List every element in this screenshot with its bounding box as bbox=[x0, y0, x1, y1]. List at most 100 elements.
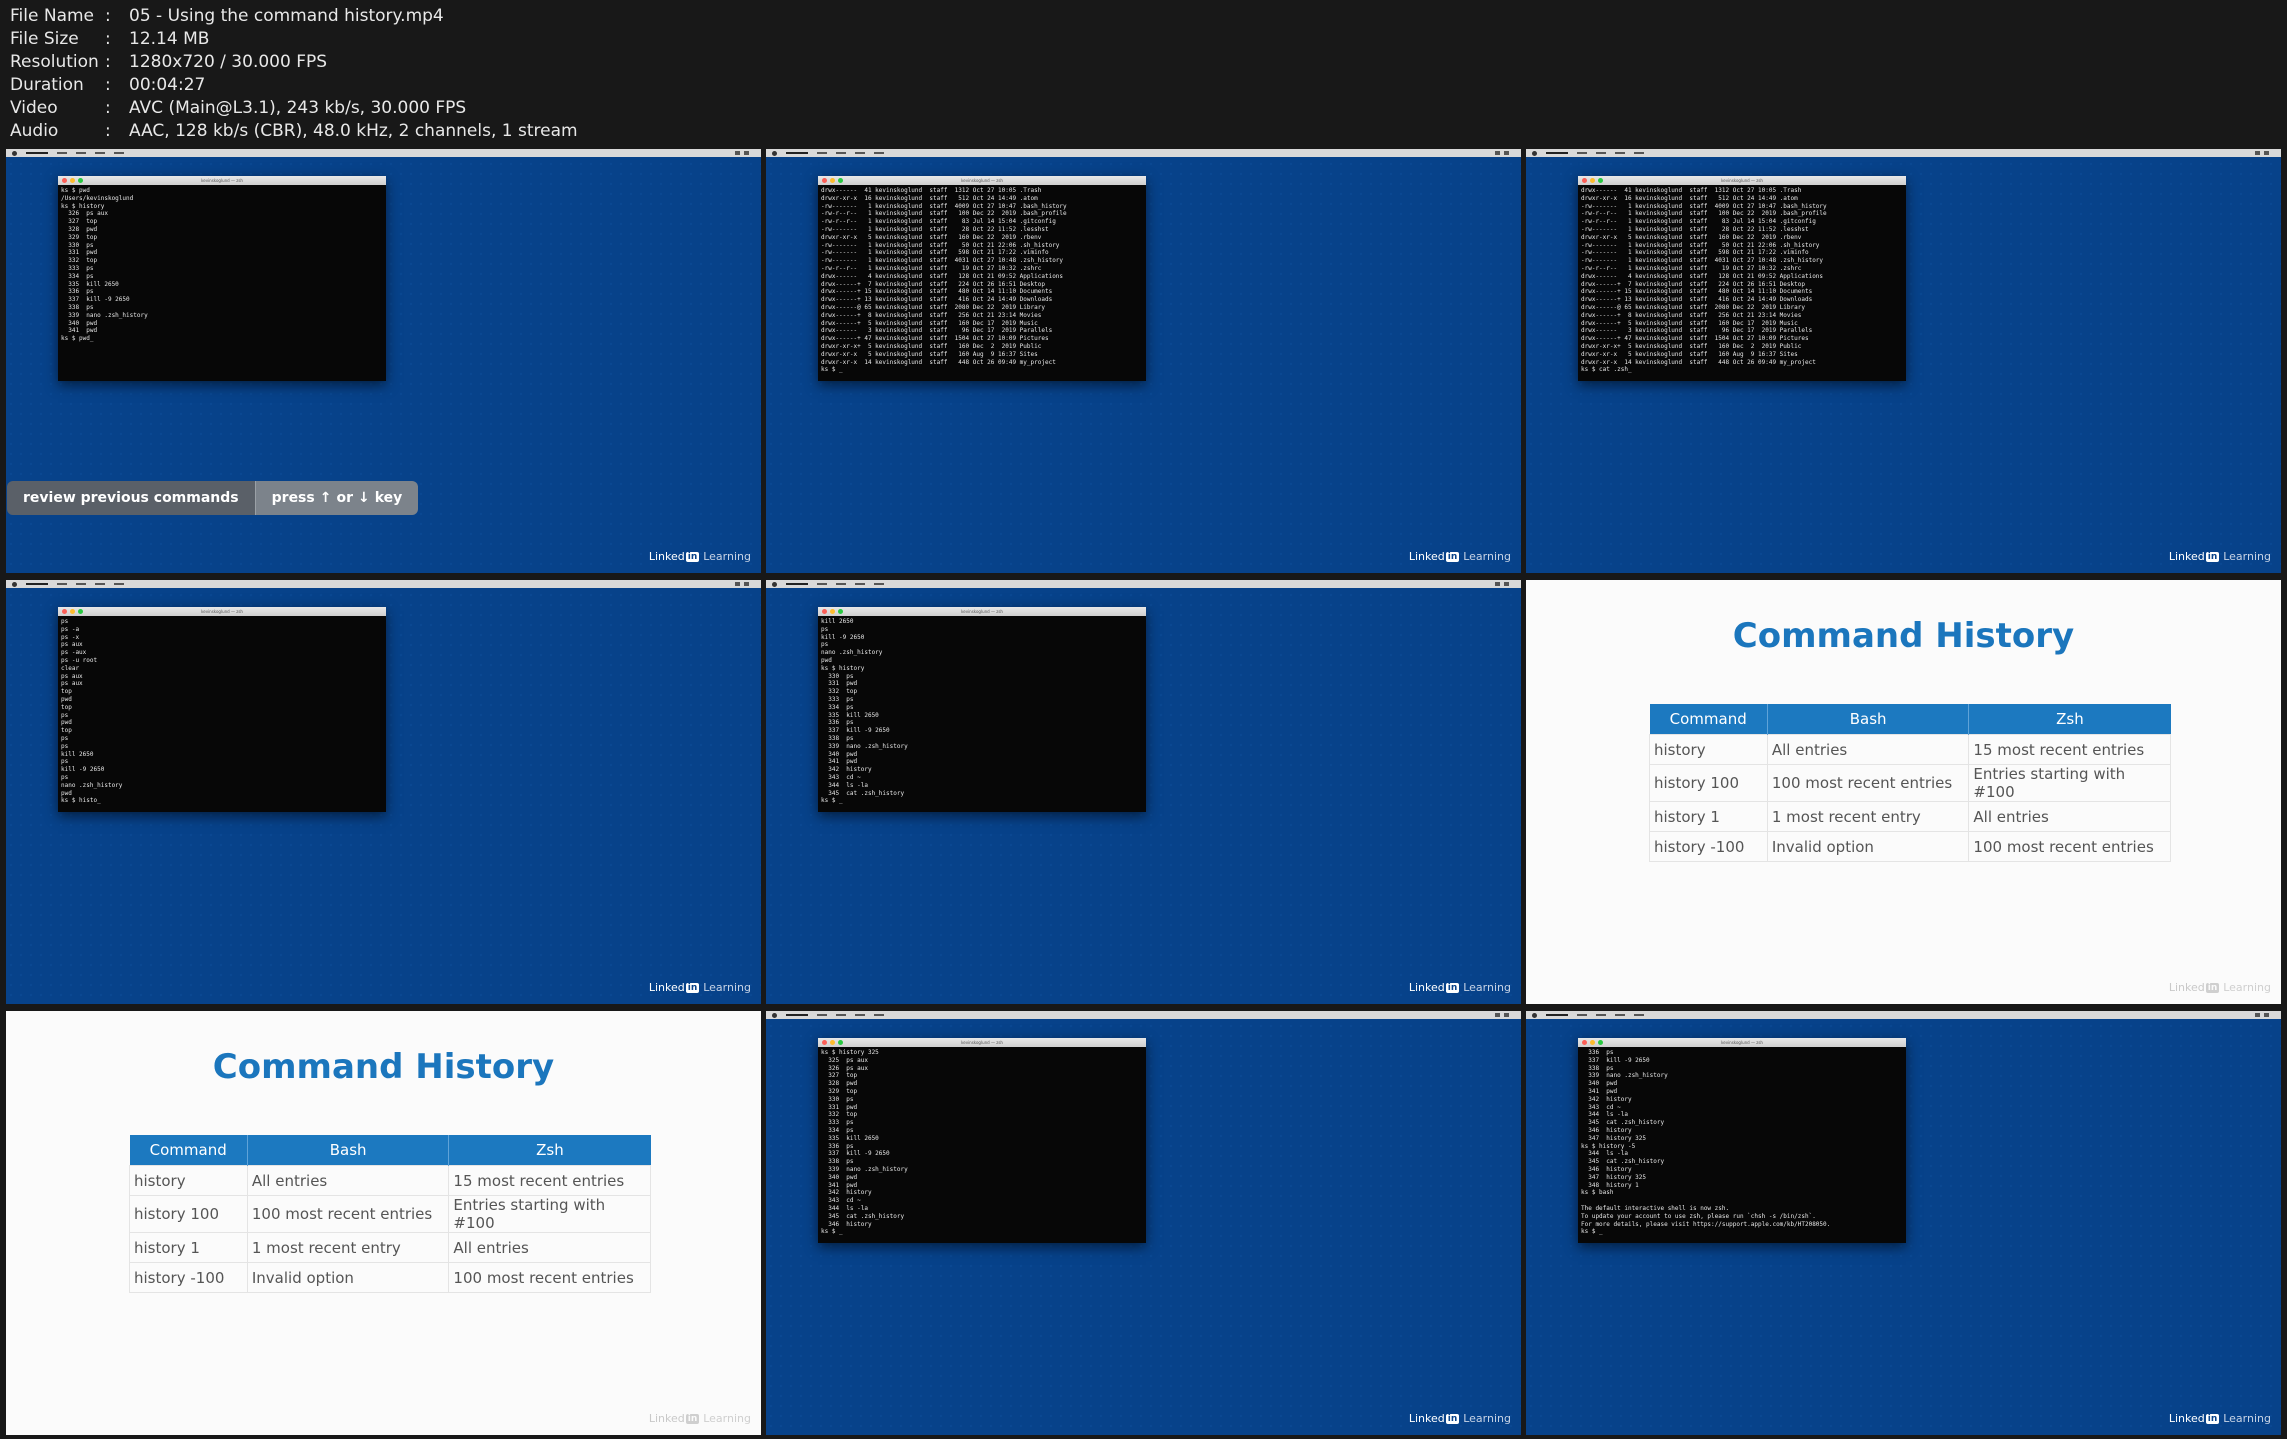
arrow-up-icon: ↑ bbox=[319, 490, 332, 506]
terminal-window: kevinskoglund — zsh ps ps -a ps -x ps au… bbox=[58, 607, 386, 812]
menu-item bbox=[57, 583, 67, 585]
info-colon: : bbox=[105, 6, 111, 26]
info-key: Resolution bbox=[10, 52, 99, 72]
table-cell: Entries starting with #100 bbox=[448, 1195, 651, 1233]
brand-linked: Linked bbox=[648, 981, 685, 994]
brand-learning: Learning bbox=[2223, 1412, 2271, 1425]
status-icons bbox=[1495, 582, 1515, 586]
brand-linked: Linked bbox=[2168, 1412, 2205, 1425]
status-icons bbox=[1495, 1013, 1515, 1017]
table-cell: history -100 bbox=[129, 1262, 248, 1293]
table-row: history 11 most recent entry All entries bbox=[129, 1232, 651, 1263]
apple-icon bbox=[772, 581, 777, 587]
terminal-output: ks $ history 325 325 ps aux 326 ps aux 3… bbox=[821, 1049, 908, 1236]
terminal-window: kevinskoglund — zsh drwx------ 41 kevins… bbox=[1578, 176, 1906, 381]
menu-item bbox=[1577, 1014, 1587, 1016]
table-cell: Entries starting with #100 bbox=[1968, 764, 2171, 802]
menu-item bbox=[76, 583, 86, 585]
menu-item bbox=[1596, 1014, 1606, 1016]
thumbnail-5[interactable]: kevinskoglund — zsh kill 2650 ps kill -9… bbox=[766, 580, 1521, 1004]
menu-item bbox=[1634, 152, 1644, 154]
apple-icon bbox=[1532, 1012, 1537, 1018]
menu-item bbox=[1596, 152, 1606, 154]
apple-icon bbox=[772, 150, 777, 156]
status-icons bbox=[735, 151, 755, 155]
terminal-output: drwx------ 41 kevinskoglund staff 1312 O… bbox=[1581, 187, 1827, 374]
table-row: history 100 100 most recent entries Entrie… bbox=[129, 1195, 651, 1233]
file-info: File Name:05 - Using the command history… bbox=[10, 5, 578, 143]
menu-item bbox=[786, 152, 808, 154]
linkedin-learning-logo: Linked in Learning bbox=[2169, 1412, 2271, 1425]
brand-in: in bbox=[685, 1413, 700, 1424]
mac-menubar bbox=[1526, 149, 2281, 157]
menu-item bbox=[26, 152, 48, 154]
info-value: 12.14 MB bbox=[129, 29, 210, 49]
brand-learning: Learning bbox=[2223, 550, 2271, 563]
menu-item bbox=[114, 583, 124, 585]
terminal-output: ks $ pwd /Users/kevinskoglund ks $ histo… bbox=[61, 187, 148, 343]
table-cell: history bbox=[1649, 734, 1768, 765]
terminal-titlebar: kevinskoglund — zsh bbox=[818, 1038, 1146, 1047]
menu-item bbox=[817, 1014, 827, 1016]
comparison-table: Command Bash Zsh history All entries 15 most… bbox=[1649, 704, 2171, 862]
linkedin-learning-logo: Linked in Learning bbox=[1409, 981, 1511, 994]
brand-linked: Linked bbox=[1408, 981, 1445, 994]
brand-learning: Learning bbox=[2223, 981, 2271, 994]
menu-item bbox=[786, 1014, 808, 1016]
menu-item bbox=[874, 1014, 884, 1016]
table-row: history All entries 15 most recent entries bbox=[1649, 734, 2171, 765]
info-row: Audio: AAC, 128 kb/s (CBR), 48.0 kHz, 2 c… bbox=[10, 120, 578, 143]
column-header: Command bbox=[1649, 704, 1768, 735]
status-icons bbox=[1495, 151, 1515, 155]
info-key: Duration bbox=[10, 75, 84, 95]
menu-item bbox=[817, 583, 827, 585]
brand-learning: Learning bbox=[1463, 981, 1511, 994]
info-colon: : bbox=[105, 29, 111, 49]
table-cell: 100 most recent entries bbox=[448, 1262, 651, 1293]
thumbnail-3[interactable]: kevinskoglund — zsh drwx------ 41 kevins… bbox=[1526, 149, 2281, 573]
terminal-output: drwx------ 41 kevinskoglund staff 1312 O… bbox=[821, 187, 1067, 374]
table-cell: history -100 bbox=[1649, 831, 1768, 862]
terminal-output: 336 ps 337 kill -9 2650 338 ps 339 nano … bbox=[1581, 1049, 1831, 1236]
menu-item bbox=[95, 583, 105, 585]
apple-icon bbox=[1532, 150, 1537, 156]
brand-learning: Learning bbox=[1463, 550, 1511, 563]
thumbnail-9[interactable]: kevinskoglund — zsh 336 ps 337 kill -9 2… bbox=[1526, 1011, 2281, 1435]
mac-menubar bbox=[6, 580, 761, 588]
thumbnail-1[interactable]: kevinskoglund — zsh ks $ pwd /Users/kevi… bbox=[6, 149, 761, 573]
terminal-titlebar: kevinskoglund — zsh bbox=[1578, 176, 1906, 185]
menu-item bbox=[1615, 1014, 1625, 1016]
thumbnail-2[interactable]: kevinskoglund — zsh drwx------ 41 kevins… bbox=[766, 149, 1521, 573]
table-row: history 11 most recent entry All entries bbox=[1649, 801, 2171, 832]
table-cell: 1 most recent entry bbox=[246, 1232, 450, 1263]
info-row: File Size:12.14 MB bbox=[10, 28, 578, 51]
info-key: File Size bbox=[10, 29, 79, 49]
info-key: Audio bbox=[10, 121, 59, 141]
brand-linked: Linked bbox=[1408, 550, 1445, 563]
caption-key: key bbox=[374, 490, 403, 506]
menu-item bbox=[1577, 152, 1587, 154]
thumbnail-7[interactable]: Command History Command Bash Zsh history Al… bbox=[6, 1011, 761, 1435]
terminal-title: kevinskoglund — zsh bbox=[961, 1040, 1003, 1045]
menu-item bbox=[95, 152, 105, 154]
status-icons bbox=[2255, 151, 2275, 155]
thumbnail-6[interactable]: Command History Command Bash Zsh history Al… bbox=[1526, 580, 2281, 1004]
info-value: AAC, 128 kb/s (CBR), 48.0 kHz, 2 channel… bbox=[129, 121, 578, 141]
terminal-output: ps ps -a ps -x ps aux ps -aux ps -u root… bbox=[61, 618, 123, 805]
info-value: AVC (Main@L3.1), 243 kb/s, 30.000 FPS bbox=[129, 98, 467, 118]
info-value: 00:04:27 bbox=[129, 75, 206, 95]
menu-item bbox=[1634, 1014, 1644, 1016]
table-cell: Invalid option bbox=[246, 1262, 450, 1293]
thumbnail-8[interactable]: kevinskoglund — zsh ks $ history 325 325… bbox=[766, 1011, 1521, 1435]
table-cell: history 1 bbox=[1649, 801, 1768, 832]
caption-overlay: review previous commands press ↑ or ↓ key bbox=[7, 481, 419, 515]
thumbnail-4[interactable]: kevinskoglund — zsh ps ps -a ps -x ps au… bbox=[6, 580, 761, 1004]
column-header: Bash bbox=[247, 1135, 450, 1166]
apple-icon bbox=[772, 1012, 777, 1018]
table-cell: 100 most recent entries bbox=[1968, 831, 2171, 862]
menu-item bbox=[1546, 152, 1568, 154]
column-header: Zsh bbox=[448, 1135, 651, 1166]
brand-linked: Linked bbox=[2168, 550, 2205, 563]
linkedin-learning-logo: Linked in Learning bbox=[1409, 1412, 1511, 1425]
arrow-down-icon: ↓ bbox=[358, 490, 370, 506]
